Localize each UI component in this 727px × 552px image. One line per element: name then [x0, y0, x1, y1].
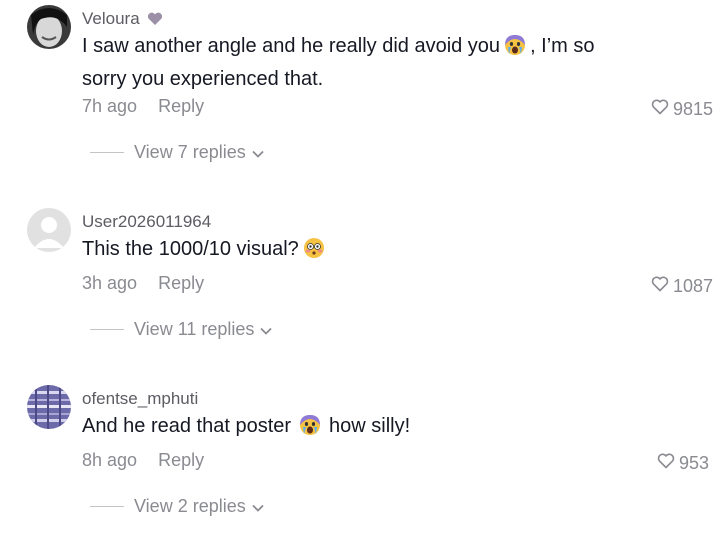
comment-time: 8h ago — [82, 450, 138, 470]
chevron-down-icon — [252, 142, 264, 163]
crying-emoji-icon — [299, 414, 321, 445]
view-replies-button[interactable]: View 7 replies — [90, 142, 264, 163]
comment-meta: 7h ago Reply — [82, 96, 204, 117]
avatar[interactable] — [27, 208, 71, 252]
divider — [90, 152, 124, 153]
comment-text: And he read that poster how silly! — [82, 412, 642, 445]
comment-username[interactable]: ofentse_mphuti — [82, 389, 198, 409]
comment-username[interactable]: Veloura — [82, 9, 163, 31]
view-replies-button[interactable]: View 2 replies — [90, 496, 264, 517]
view-replies-button[interactable]: View 11 replies — [90, 319, 273, 340]
comment-item: User2026011964 This the 1000/10 visual? … — [0, 208, 727, 358]
reply-button[interactable]: Reply — [158, 96, 204, 116]
avatar[interactable] — [27, 385, 71, 429]
chevron-down-icon — [252, 496, 264, 517]
comment-text: This the 1000/10 visual? — [82, 235, 642, 268]
comment-time: 7h ago — [82, 96, 138, 116]
like-button[interactable]: 953 — [657, 453, 709, 474]
chevron-down-icon — [260, 319, 273, 340]
like-count: 1087 — [672, 276, 713, 296]
heart-outline-icon — [651, 276, 669, 297]
comment-time: 3h ago — [82, 273, 138, 293]
crying-emoji-icon — [504, 34, 526, 65]
divider — [90, 506, 124, 507]
divider — [90, 329, 124, 330]
heart-outline-icon — [651, 99, 669, 120]
heart-outline-icon — [657, 453, 675, 474]
view-replies-label: View 11 replies — [134, 319, 255, 339]
like-count: 9815 — [672, 99, 713, 119]
comment-item: ofentse_mphuti And he read that poster ho… — [0, 385, 727, 535]
comment-meta: 8h ago Reply — [82, 450, 204, 471]
reply-button[interactable]: Reply — [158, 273, 204, 293]
comment-text: I saw another angle and he really did av… — [82, 34, 595, 90]
comment-username[interactable]: User2026011964 — [82, 212, 211, 232]
like-button[interactable]: 1087 — [651, 276, 713, 297]
comment-item: Veloura I saw another angle and he reall… — [0, 5, 727, 175]
flushed-emoji-icon — [303, 237, 325, 268]
like-count: 953 — [678, 453, 709, 473]
reply-button[interactable]: Reply — [158, 450, 204, 470]
avatar[interactable] — [27, 5, 71, 49]
like-button[interactable]: 9815 — [651, 99, 713, 120]
purple-heart-emoji-icon — [147, 11, 163, 31]
comment-meta: 3h ago Reply — [82, 273, 204, 294]
view-replies-label: View 7 replies — [134, 142, 246, 162]
view-replies-label: View 2 replies — [134, 496, 246, 516]
